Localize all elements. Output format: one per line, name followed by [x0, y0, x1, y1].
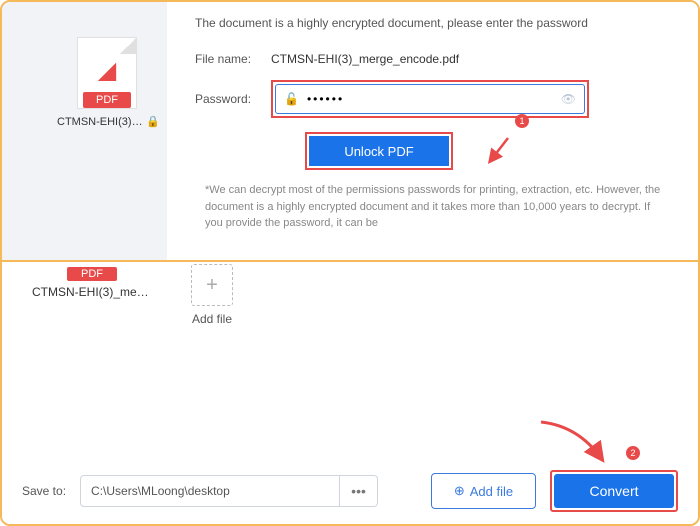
lock-icon: 🔒	[146, 115, 157, 128]
password-label: Password:	[195, 92, 271, 106]
add-file-button[interactable]: ⊕ Add file	[431, 473, 536, 509]
footer-bar: Save to: C:\Users\MLoong\desktop ••• ⊕ A…	[2, 470, 698, 512]
pdf-badge-bottom: PDF	[67, 267, 117, 281]
file-tile-name-bottom: CTMSN-EHI(3)_merg…	[32, 285, 152, 299]
add-file-tile-label: Add file	[182, 312, 242, 326]
step-badge-1: 1	[515, 114, 529, 128]
convert-button[interactable]: Convert	[554, 474, 674, 508]
unlock-highlight: Unlock PDF	[305, 132, 453, 170]
add-file-button-label: Add file	[470, 484, 513, 499]
step-badge-2: 2	[626, 446, 640, 460]
save-path-text: C:\Users\MLoong\desktop	[91, 484, 230, 498]
file-tile-bottom[interactable]: PDF CTMSN-EHI(3)_merg…	[32, 264, 152, 314]
adobe-triangle-icon: ◢	[98, 56, 116, 85]
password-input[interactable]	[307, 92, 553, 106]
annotation-arrow-1	[483, 136, 513, 166]
filename-row: File name: CTMSN-EHI(3)_merge_encode.pdf	[195, 52, 670, 66]
unlock-pdf-button[interactable]: Unlock PDF	[309, 136, 449, 166]
convert-highlight: Convert	[550, 470, 678, 512]
app-frame: ◢ PDF CTMSN-EHI(3)_me… 🔒 The document is…	[0, 0, 700, 526]
annotation-arrow-2	[533, 416, 613, 466]
file-tiles-row: PDF CTMSN-EHI(3)_merg… + Add file	[2, 262, 698, 314]
bottom-panel: PDF CTMSN-EHI(3)_merg… + Add file 2 Save…	[2, 262, 698, 524]
step-number-2: 2	[626, 446, 640, 460]
dialog-footnote: *We can decrypt most of the permissions …	[205, 182, 670, 232]
dialog-message: The document is a highly encrypted docum…	[195, 16, 670, 30]
top-panel: ◢ PDF CTMSN-EHI(3)_me… 🔒 The document is…	[2, 2, 698, 262]
password-dialog: The document is a highly encrypted docum…	[167, 2, 698, 260]
plus-icon: +	[191, 264, 233, 306]
password-field-container: 🔓 👁	[275, 84, 585, 114]
eye-icon[interactable]: 👁	[561, 92, 576, 106]
save-path-group: C:\Users\MLoong\desktop •••	[80, 475, 378, 507]
password-row: Password: 🔓 👁	[195, 80, 670, 118]
plus-doc-icon: ⊕	[454, 483, 465, 499]
add-file-tile[interactable]: + Add file	[182, 264, 242, 314]
filename-label: File name:	[195, 52, 271, 66]
step-number-1: 1	[515, 114, 529, 128]
browse-button[interactable]: •••	[340, 475, 378, 507]
pdf-badge: PDF	[83, 92, 131, 108]
password-highlight: 🔓 👁	[271, 80, 589, 118]
save-to-label: Save to:	[22, 484, 66, 498]
save-path-field[interactable]: C:\Users\MLoong\desktop	[80, 475, 340, 507]
file-tile[interactable]: ◢ PDF CTMSN-EHI(3)_me… 🔒	[57, 37, 157, 128]
filename-value: CTMSN-EHI(3)_merge_encode.pdf	[271, 52, 459, 66]
padlock-icon: 🔓	[284, 92, 299, 106]
file-tile-name: CTMSN-EHI(3)_me…	[57, 116, 143, 128]
pdf-file-icon: ◢ PDF	[77, 37, 137, 109]
